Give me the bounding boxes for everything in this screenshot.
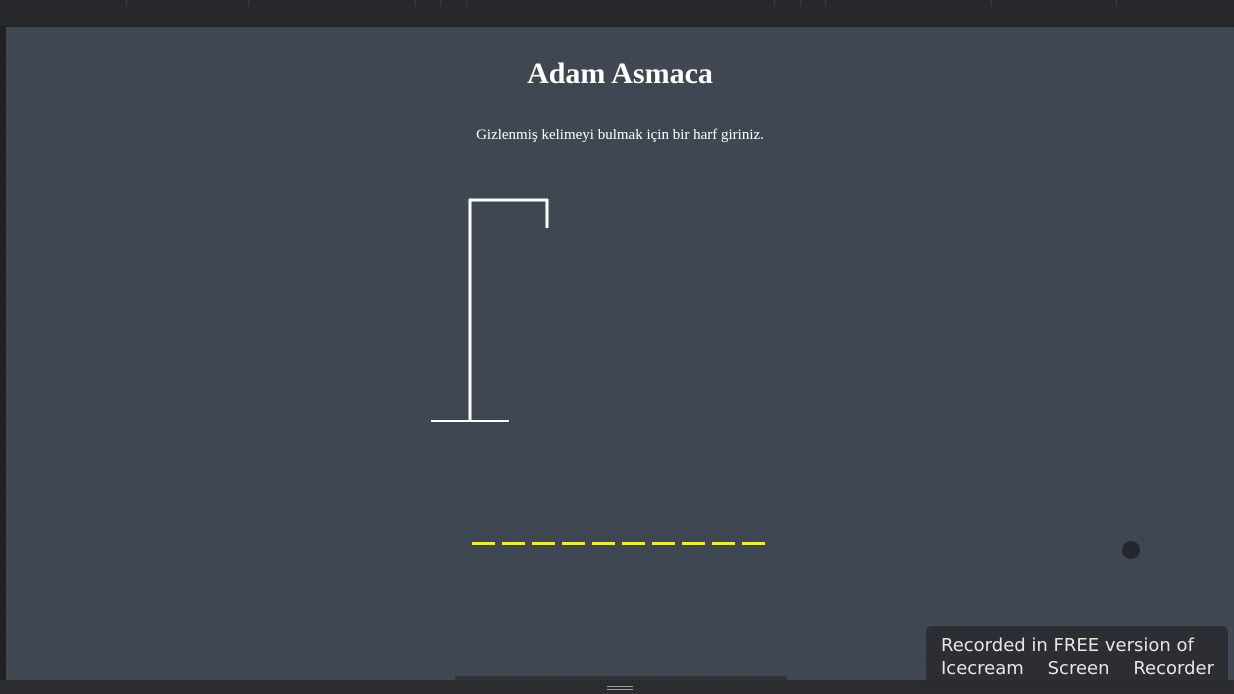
letter-slot <box>472 542 495 545</box>
gallows-drawing <box>431 198 549 422</box>
hidden-word-slots <box>472 542 765 548</box>
tab-divider <box>825 0 826 6</box>
letter-slot <box>712 542 735 545</box>
letter-slot <box>742 542 765 545</box>
letter-slot <box>592 542 615 545</box>
tab-divider <box>774 0 775 6</box>
letter-slot <box>532 542 555 545</box>
watermark-word: Recorder <box>1133 658 1214 679</box>
tab-divider <box>248 0 249 6</box>
letter-slot <box>682 542 705 545</box>
tab-divider <box>991 0 992 6</box>
letter-slot <box>562 542 585 545</box>
game-stage[interactable]: Adam Asmaca Gizlenmiş kelimeyi bulmak iç… <box>6 27 1234 680</box>
tab-divider <box>466 0 467 6</box>
tab-divider <box>415 0 416 6</box>
tab-divider <box>1116 0 1117 6</box>
watermark-line-1: Recorded in FREE version of <box>941 635 1194 656</box>
tab-divider <box>440 0 441 6</box>
watermark-word: Screen <box>1047 658 1110 679</box>
letter-slot <box>652 542 675 545</box>
instruction-text: Gizlenmiş kelimeyi bulmak için bir harf … <box>476 127 764 143</box>
letter-slot <box>502 542 525 545</box>
grip-lines-icon[interactable] <box>607 686 633 692</box>
watermark-word: Icecream <box>941 658 1024 679</box>
letter-slot <box>622 542 645 545</box>
recorder-watermark: Recorded in FREE version of Icecream Scr… <box>926 626 1228 688</box>
mouse-cursor-indicator <box>1122 541 1140 559</box>
watermark-line-2: Icecream Screen Recorder <box>941 657 1214 680</box>
window-top-bar <box>0 0 1234 26</box>
tab-divider <box>800 0 801 6</box>
tab-divider <box>126 0 127 6</box>
page-title: Adam Asmaca <box>527 57 713 90</box>
